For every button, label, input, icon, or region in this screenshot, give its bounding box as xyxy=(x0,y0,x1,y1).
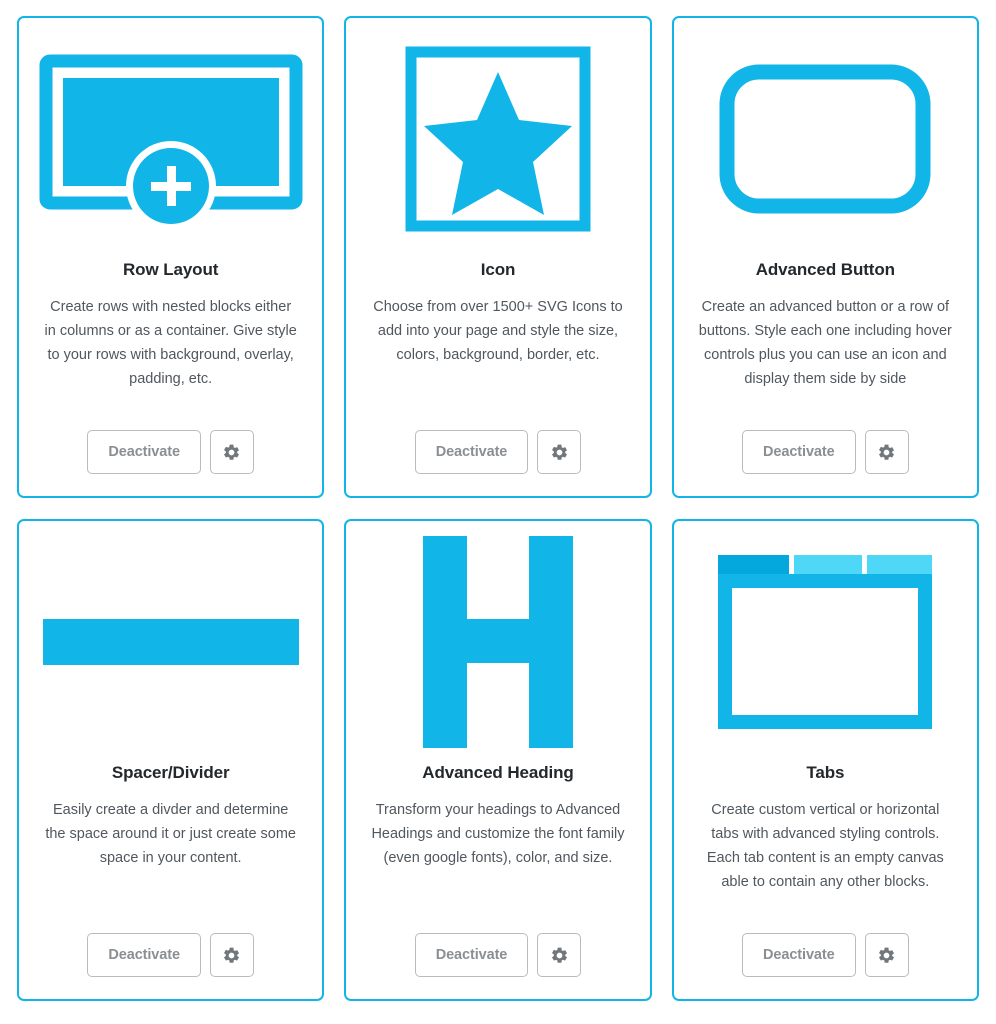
card-actions: Deactivate xyxy=(346,430,649,474)
settings-button[interactable] xyxy=(864,430,909,474)
deactivate-button[interactable]: Deactivate xyxy=(87,430,201,474)
card-description: Transform your headings to Advanced Head… xyxy=(371,802,625,867)
card-description: Create rows with nested blocks either in… xyxy=(44,299,297,388)
letter-h-icon xyxy=(422,536,573,748)
deactivate-button[interactable]: Deactivate xyxy=(742,430,856,474)
block-card-advanced-heading[interactable]: Advanced Heading Transform your headings… xyxy=(344,519,652,1001)
settings-button[interactable] xyxy=(537,430,582,474)
settings-button[interactable] xyxy=(209,933,254,977)
deactivate-button[interactable]: Deactivate xyxy=(414,430,529,474)
card-title: Spacer/Divider xyxy=(111,763,230,782)
settings-button[interactable] xyxy=(537,933,582,977)
card-description: Create custom vertical or horizontal tab… xyxy=(706,802,944,891)
tabs-icon xyxy=(718,555,933,729)
settings-button[interactable] xyxy=(864,933,909,977)
deactivate-button[interactable]: Deactivate xyxy=(414,933,529,977)
star-in-square-icon xyxy=(405,46,591,232)
card-actions: Deactivate xyxy=(19,933,322,977)
card-actions: Deactivate xyxy=(19,430,322,474)
deactivate-button[interactable]: Deactivate xyxy=(87,933,201,977)
blocks-grid: Row Layout Create rows with nested block… xyxy=(0,0,996,1017)
card-description: Easily create a divder and determine the… xyxy=(45,802,296,867)
card-icon-area xyxy=(19,521,322,763)
card-title: Row Layout xyxy=(122,260,219,279)
gear-icon xyxy=(877,443,896,462)
deactivate-button[interactable]: Deactivate xyxy=(742,933,856,977)
gear-icon xyxy=(222,946,241,965)
card-actions: Deactivate xyxy=(674,430,977,474)
block-card-advanced-button[interactable]: Advanced Button Create an advanced butto… xyxy=(671,16,979,498)
card-icon-area xyxy=(19,18,322,260)
card-title: Tabs xyxy=(806,763,845,782)
block-card-tabs[interactable]: Tabs Create custom vertical or horizonta… xyxy=(671,519,979,1001)
card-actions: Deactivate xyxy=(674,933,977,977)
divider-bar-icon xyxy=(42,619,299,665)
card-description: Choose from over 1500+ SVG Icons to add … xyxy=(373,299,623,364)
gear-icon xyxy=(550,946,569,965)
settings-button[interactable] xyxy=(209,430,254,474)
block-card-icon[interactable]: Icon Choose from over 1500+ SVG Icons to… xyxy=(344,16,652,498)
block-card-spacer-divider[interactable]: Spacer/Divider Easily create a divder an… xyxy=(17,519,325,1001)
gear-icon xyxy=(550,443,569,462)
row-layout-icon xyxy=(39,54,303,231)
rounded-button-icon xyxy=(719,64,931,214)
card-icon-area xyxy=(674,521,977,763)
block-card-row-layout[interactable]: Row Layout Create rows with nested block… xyxy=(17,16,325,498)
card-icon-area xyxy=(346,521,649,763)
card-title: Icon xyxy=(480,260,516,279)
card-icon-area xyxy=(674,18,977,260)
card-icon-area xyxy=(346,18,649,260)
card-description: Create an advanced button or a row of bu… xyxy=(698,299,952,388)
gear-icon xyxy=(877,946,896,965)
card-title: Advanced Button xyxy=(755,260,895,279)
gear-icon xyxy=(222,443,241,462)
card-title: Advanced Heading xyxy=(422,763,574,782)
card-actions: Deactivate xyxy=(346,933,649,977)
